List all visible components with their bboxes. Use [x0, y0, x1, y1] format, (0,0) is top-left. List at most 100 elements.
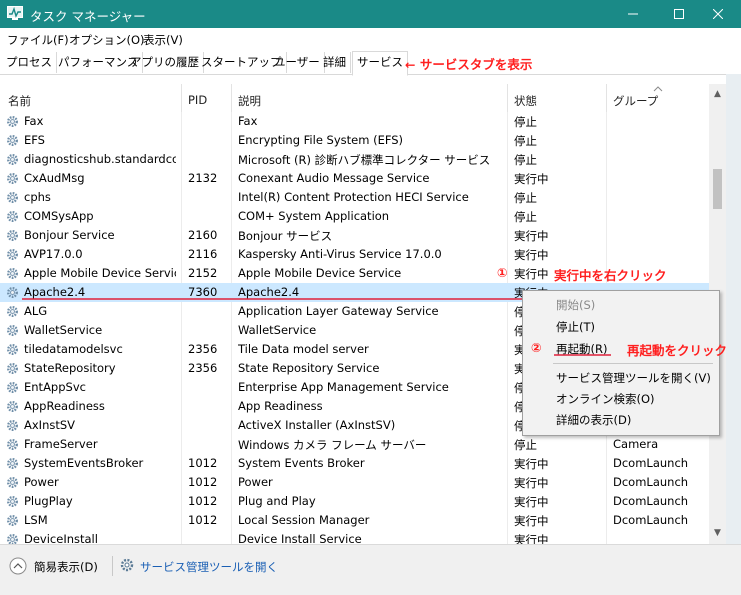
service-gear-icon	[7, 496, 18, 507]
menu-options[interactable]: オプション(O)	[69, 32, 145, 48]
service-name: EntAppSvc	[24, 380, 86, 394]
scroll-up-arrow-icon[interactable]: ▲	[709, 86, 726, 103]
table-row[interactable]: PlugPlay 1012 Plug and Play 実行中 DcomLaunch	[0, 492, 709, 511]
tab-users[interactable]: ユーザー	[270, 52, 325, 73]
service-description: State Repository Service	[238, 361, 380, 375]
service-group: Camera	[613, 437, 659, 451]
service-group: DcomLaunch	[613, 494, 689, 508]
service-pid: 2356	[188, 361, 218, 375]
service-pid: 1012	[188, 475, 218, 489]
column-header-name[interactable]: 名前	[8, 93, 31, 109]
service-gear-icon	[7, 401, 18, 412]
menu-item-details[interactable]: 詳細の表示(D)	[556, 412, 631, 428]
menu-bar: ファイル(F) オプション(O) 表示(V)	[0, 28, 741, 50]
column-header-status[interactable]: 状態	[514, 93, 537, 109]
service-description: Tile Data model server	[238, 342, 369, 356]
task-manager-icon	[7, 6, 23, 20]
service-name: DeviceInstall	[24, 532, 98, 544]
service-status: 停止	[514, 210, 537, 224]
status-bar: 簡易表示(D) サービス管理ツールを開く	[0, 544, 741, 595]
column-divider[interactable]	[181, 84, 182, 112]
column-divider[interactable]	[231, 84, 232, 112]
service-name: ALG	[24, 304, 48, 318]
menu-item-start[interactable]: 開始(S)	[556, 297, 595, 313]
service-pid: 1012	[188, 513, 218, 527]
fewer-details-button[interactable]: 簡易表示(D)	[34, 559, 98, 575]
menu-item-search-online[interactable]: オンライン検索(O)	[556, 391, 655, 407]
column-divider[interactable]	[507, 84, 508, 112]
service-gear-icon	[7, 534, 18, 544]
table-row[interactable]: CxAudMsg 2132 Conexant Audio Message Servi…	[0, 169, 709, 188]
menu-item-stop[interactable]: 停止(T)	[556, 319, 595, 335]
tab-details[interactable]: 詳細	[319, 52, 351, 73]
menu-file[interactable]: ファイル(F)	[7, 32, 69, 48]
column-header-pid[interactable]: PID	[188, 93, 207, 107]
service-status: 実行中	[514, 495, 549, 509]
service-gear-icon	[7, 230, 18, 241]
open-services-link[interactable]: サービス管理ツールを開く	[140, 559, 278, 575]
table-row[interactable]: LSM 1012 Local Session Manager 実行中 DcomLaunc…	[0, 511, 709, 530]
table-row[interactable]: EFS Encrypting File System (EFS) 停止	[0, 131, 709, 150]
tab-app-history[interactable]: アプリの履歴	[126, 52, 204, 73]
annotation-step2-number: ②	[531, 340, 542, 355]
table-row[interactable]: AVP17.0.0 2116 Kaspersky Anti-Virus Servic…	[0, 245, 709, 264]
service-group: DcomLaunch	[613, 475, 689, 489]
table-row[interactable]: SystemEventsBroker 1012 System Events Brok…	[0, 454, 709, 473]
column-header-group[interactable]: グループ	[613, 93, 658, 109]
table-row[interactable]: Fax Fax 停止	[0, 112, 709, 131]
service-gear-icon	[7, 325, 18, 336]
table-row[interactable]: Bonjour Service 2160 Bonjour サービス 実行中	[0, 226, 709, 245]
close-icon	[712, 8, 724, 20]
service-description: Fax	[238, 114, 258, 128]
service-gear-icon	[7, 477, 18, 488]
service-name: WalletService	[24, 323, 103, 337]
service-name: LSM	[24, 513, 48, 527]
tab-processes[interactable]: プロセス	[2, 52, 57, 73]
annotation-services-tab: ← サービスタブを表示	[405, 57, 533, 72]
table-row[interactable]: Power 1012 Power 実行中 DcomLaunch	[0, 473, 709, 492]
minimize-icon	[628, 13, 638, 15]
service-status: 停止	[514, 115, 537, 129]
menu-item-open-services[interactable]: サービス管理ツールを開く(V)	[556, 370, 711, 386]
table-row[interactable]: FrameServer Windows カメラ フレーム サーバー 停止 Camera	[0, 435, 709, 454]
service-status: 実行中	[514, 514, 549, 528]
service-description: WalletService	[238, 323, 317, 337]
tab-services[interactable]: サービス	[352, 51, 408, 76]
service-gear-icon	[7, 439, 18, 450]
service-pid: 1012	[188, 456, 218, 470]
service-status: 実行中	[514, 476, 549, 490]
table-row[interactable]: diagnosticshub.standardco... Microsoft (R…	[0, 150, 709, 169]
minimize-button[interactable]	[610, 0, 656, 28]
table-row[interactable]: COMSysApp COM+ System Application 停止	[0, 207, 709, 226]
column-header-description[interactable]: 説明	[238, 93, 261, 109]
service-status: 停止	[514, 134, 537, 148]
service-description: Device Install Service	[238, 532, 362, 544]
service-pid: 1012	[188, 494, 218, 508]
context-menu: 開始(S) 停止(T) 再起動(R) サービス管理ツールを開く(V) オンライン…	[522, 290, 720, 436]
service-description: Local Session Manager	[238, 513, 370, 527]
column-divider[interactable]	[606, 84, 607, 112]
service-description: ActiveX Installer (AxInstSV)	[238, 418, 396, 432]
service-description: Conexant Audio Message Service	[238, 171, 430, 185]
table-row[interactable]: DeviceInstall Device Install Service 実行中	[0, 530, 709, 544]
service-status: 実行中	[514, 267, 549, 281]
service-name: Fax	[24, 114, 44, 128]
service-status: 停止	[514, 191, 537, 205]
service-status: 停止	[514, 438, 537, 452]
service-description: Encrypting File System (EFS)	[238, 133, 404, 147]
window-title: タスク マネージャー	[30, 9, 146, 24]
service-gear-icon	[7, 458, 18, 469]
close-button[interactable]	[695, 0, 741, 28]
service-name: FrameServer	[24, 437, 98, 451]
service-gear-icon	[7, 249, 18, 260]
service-gear-icon	[7, 382, 18, 393]
service-status: 実行中	[514, 457, 549, 471]
menu-separator	[553, 363, 713, 364]
scrollbar-thumb[interactable]	[713, 169, 722, 209]
service-description: Kaspersky Anti-Virus Service 17.0.0	[238, 247, 442, 261]
scroll-down-arrow-icon[interactable]: ▼	[709, 525, 726, 542]
table-row[interactable]: cphs Intel(R) Content Protection HECI Ser…	[0, 188, 709, 207]
menu-view[interactable]: 表示(V)	[143, 32, 183, 48]
service-name: cphs	[24, 190, 51, 204]
chevron-up-icon[interactable]	[9, 557, 27, 575]
